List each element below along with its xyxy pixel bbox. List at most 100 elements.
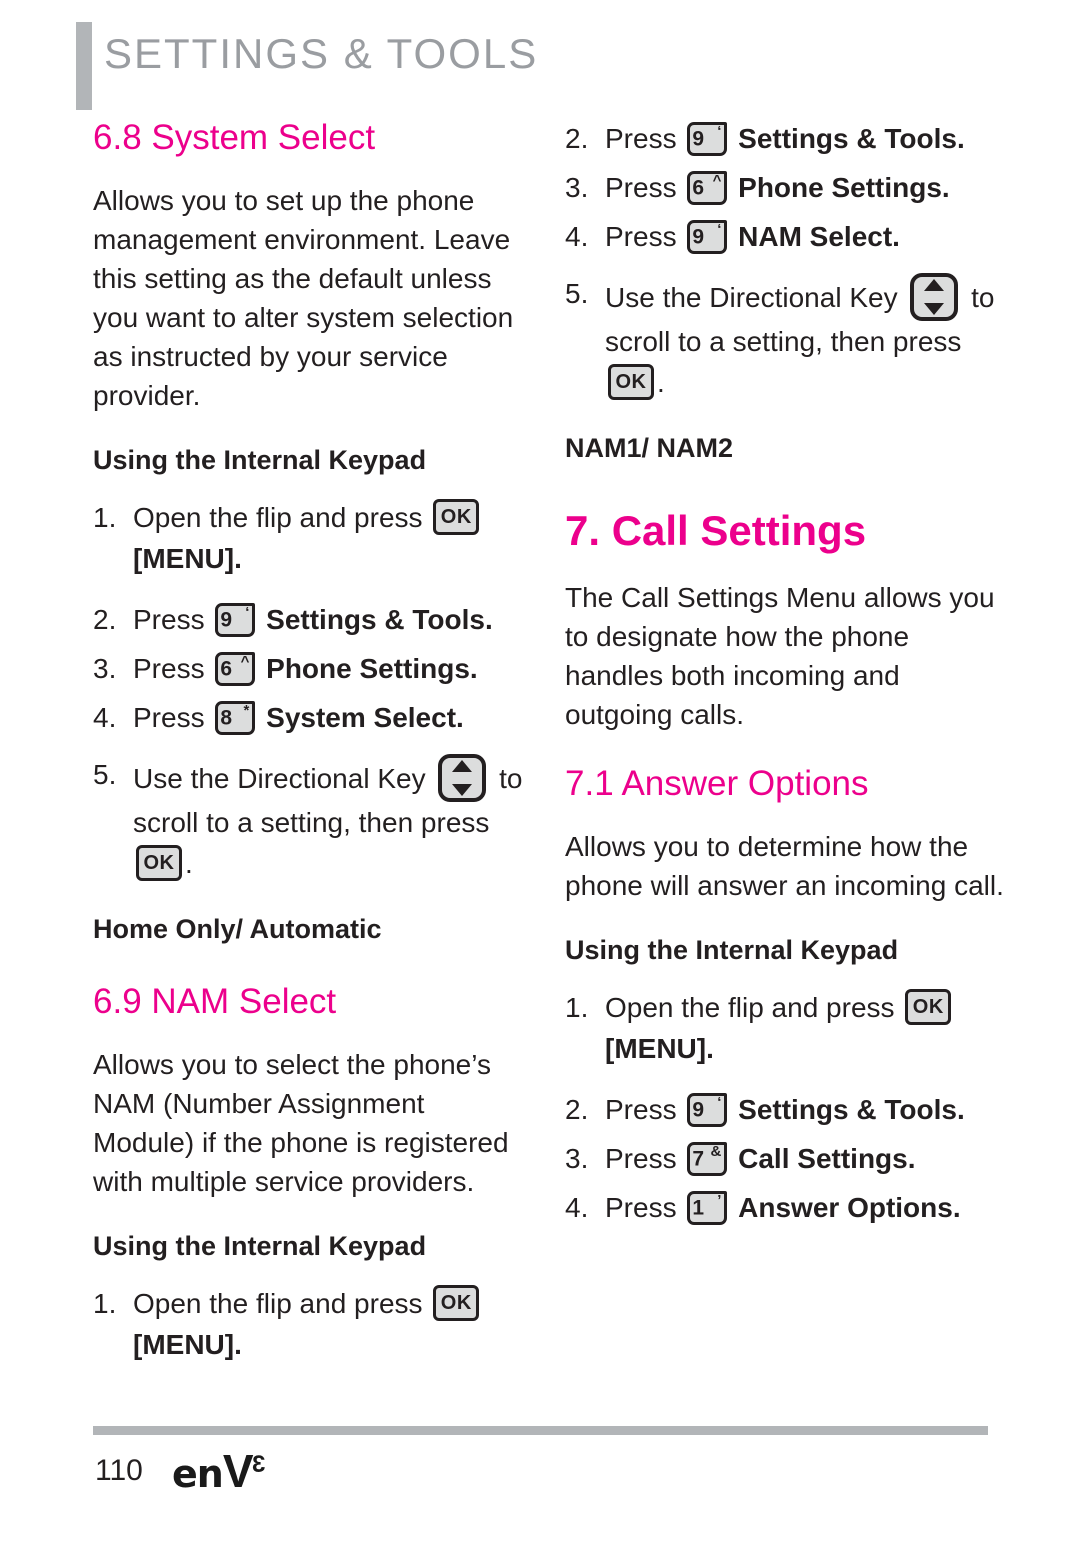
step-menu-label: [MENU].	[605, 1033, 714, 1065]
ok-key-icon: OK	[433, 1285, 480, 1322]
directional-key-icon	[438, 754, 487, 803]
key-9-icon: 9 ‘	[215, 603, 256, 638]
arrow-down-icon	[452, 784, 473, 797]
section-heading-7: 7. Call Settings	[565, 507, 867, 554]
logo-v-text: V	[222, 1445, 254, 1497]
step-number: 4.	[93, 702, 117, 734]
step-text: Press	[605, 1094, 685, 1126]
key-1-icon: 1’	[687, 1191, 728, 1226]
page-header: SETTINGS & TOOLS	[0, 0, 1080, 118]
step-menu-label: [MENU].	[133, 1329, 242, 1361]
ok-key-icon: OK	[136, 845, 182, 882]
step-item: 5. Use the Directional Key to scroll to …	[93, 754, 533, 884]
section-body-7: The Call Settings Menu allows you to des…	[565, 582, 995, 731]
key-8-icon: 8 *	[215, 701, 256, 736]
key-9-icon: 9 ‘	[687, 220, 728, 254]
step-item: 1. Open the flip and press OK [MENU].	[93, 497, 533, 579]
step-target-label: NAM Select.	[738, 221, 900, 252]
step-text: Press	[133, 702, 213, 734]
subhead-using-internal-keypad-1: Using the Internal Keypad	[93, 445, 427, 476]
step-item: 2. Press 9 ‘ Settings & Tools.	[565, 1089, 1005, 1130]
section-heading-6-9: 6.9 NAM Select	[93, 982, 337, 1022]
left-column: 6.8 System Select Allows you to set up t…	[93, 118, 533, 1365]
step-number: 3.	[565, 172, 589, 203]
step-item: 5. Use the Directional Key to scroll to …	[565, 273, 1005, 403]
section-heading-6-8: 6.8 System Select	[93, 118, 376, 157]
step-text: Press	[133, 653, 213, 685]
step-item: 3. Press 7 & Call Settings.	[565, 1138, 1005, 1179]
step-text: Press	[605, 1192, 685, 1224]
ok-key-icon: OK	[905, 989, 952, 1026]
step-item: 1. Open the flip and press OK [MENU].	[565, 987, 1005, 1069]
step-text: Press	[605, 1143, 685, 1175]
env3-logo: enV3	[172, 1448, 265, 1494]
key-6-icon: 6 ^	[215, 652, 256, 687]
section-body-6-9: Allows you to select the phone’s NAM (Nu…	[93, 1049, 509, 1198]
step-item: 3. Press 6 ^ Phone Settings.	[93, 648, 533, 689]
step-number: 1.	[93, 502, 117, 534]
arrow-up-icon	[452, 760, 473, 773]
page-title: SETTINGS & TOOLS	[104, 30, 539, 77]
step-text: Press	[605, 221, 685, 252]
key-9-icon: 9 ‘	[687, 1093, 728, 1128]
step-number: 2.	[565, 123, 589, 154]
arrow-down-icon	[924, 303, 945, 315]
logo-en-text: en	[172, 1452, 224, 1496]
step-item: 4. Press 1’ Answer Options.	[565, 1187, 1005, 1228]
step-target-label: Settings & Tools.	[738, 123, 965, 154]
footer-divider	[93, 1426, 988, 1435]
step-number: 2.	[93, 604, 117, 636]
step-target-label: Answer Options.	[738, 1192, 961, 1224]
step-number: 1.	[565, 992, 589, 1024]
step-number: 1.	[93, 1288, 117, 1320]
key-9-icon: 9 ‘	[687, 122, 728, 156]
step-item: 2. Press 9 ‘ Settings & Tools.	[93, 599, 533, 640]
right-column: 2. Press 9 ‘ Settings & Tools. 3. Press 6…	[565, 118, 1005, 1228]
step-menu-label: [MENU].	[133, 543, 242, 575]
step-number: 3.	[565, 1143, 589, 1175]
ok-key-icon: OK	[433, 499, 480, 536]
step-number: 5.	[93, 759, 117, 791]
subhead-using-internal-keypad-3: Using the Internal Keypad	[565, 935, 899, 966]
step-target-label: Settings & Tools.	[266, 604, 493, 636]
step-item: 1. Open the flip and press OK [MENU].	[93, 1283, 533, 1365]
step-target-label: Settings & Tools.	[738, 1094, 965, 1126]
step-number: 5.	[565, 278, 589, 309]
step-item: 3. Press 6 ^ Phone Settings.	[565, 167, 1005, 208]
step-text-post: .	[185, 848, 193, 880]
options-list-6-8: Home Only/ Automatic	[93, 914, 382, 945]
key-6-icon: 6 ^	[687, 171, 728, 205]
step-item: 4. Press 9 ‘ NAM Select.	[565, 216, 1005, 257]
step-text: Press	[133, 604, 213, 636]
page-number: 110	[95, 1454, 143, 1487]
step-text-post: .	[657, 367, 665, 398]
section-heading-7-1: 7.1 Answer Options	[565, 764, 869, 804]
ok-key-icon: OK	[608, 364, 654, 400]
page-columns: 6.8 System Select Allows you to set up t…	[0, 118, 1080, 1418]
step-text: Press	[605, 123, 685, 154]
step-text: Open the flip and press	[133, 1288, 431, 1320]
key-7-icon: 7 &	[687, 1142, 728, 1177]
directional-key-icon	[910, 273, 959, 321]
step-text: Use the Directional Key	[133, 763, 434, 795]
subhead-using-internal-keypad-2: Using the Internal Keypad	[93, 1231, 427, 1262]
section-body-7-1: Allows you to determine how the phone wi…	[565, 831, 1004, 902]
page-footer: 110 enV3	[0, 1418, 1080, 1552]
logo-superscript-3: 3	[252, 1451, 265, 1478]
step-item: 2. Press 9 ‘ Settings & Tools.	[565, 118, 1005, 159]
step-text: Use the Directional Key	[605, 282, 906, 313]
step-item: 4. Press 8 * System Select.	[93, 697, 533, 738]
arrow-up-icon	[924, 279, 945, 291]
step-target-label: System Select.	[266, 702, 464, 734]
step-target-label: Call Settings.	[738, 1143, 916, 1175]
step-text: Open the flip and press	[605, 992, 903, 1024]
step-target-label: Phone Settings.	[738, 172, 950, 203]
step-number: 4.	[565, 221, 589, 252]
step-text: Press	[605, 172, 685, 203]
step-text: Open the flip and press	[133, 502, 431, 534]
header-accent-bar	[76, 22, 92, 110]
step-target-label: Phone Settings.	[266, 653, 478, 685]
step-number: 3.	[93, 653, 117, 685]
options-list-6-9: NAM1/ NAM2	[565, 433, 734, 463]
step-number: 4.	[565, 1192, 589, 1224]
